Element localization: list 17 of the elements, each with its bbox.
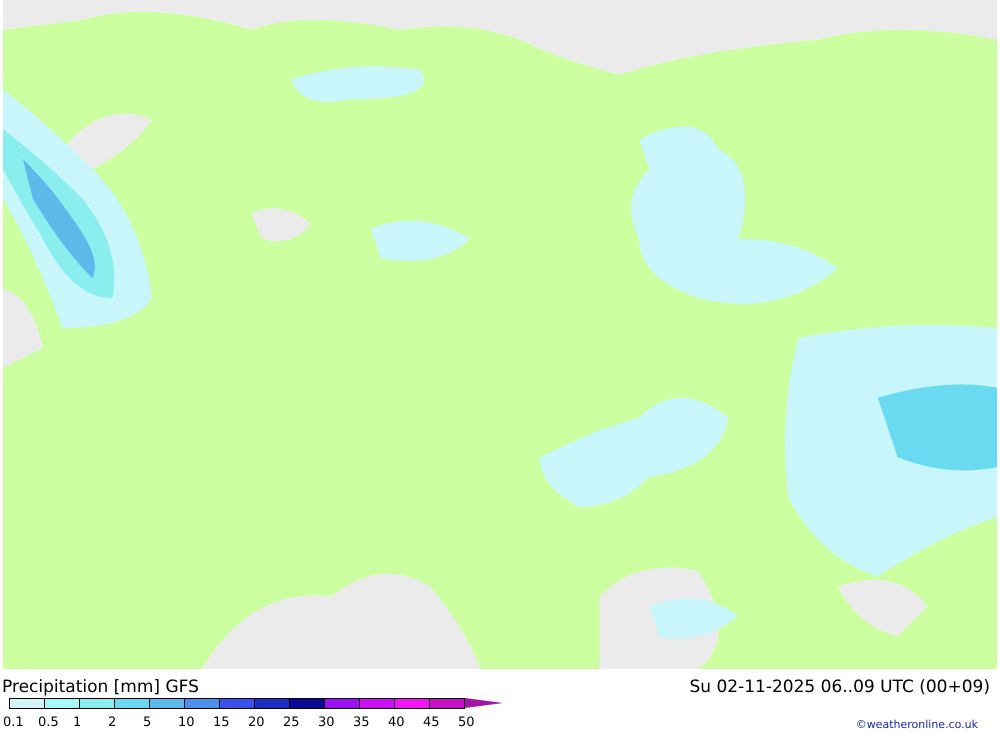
scale-label: 45 [423, 715, 440, 730]
scale-label: 0.5 [38, 715, 59, 730]
legend-title: Precipitation [mm] GFS [2, 677, 199, 697]
scale-label: 0.1 [3, 715, 24, 730]
copyright-text: ©weatheronline.co.uk [856, 718, 978, 731]
scale-label: 20 [248, 715, 265, 730]
scale-label: 1 [73, 715, 82, 730]
scale-label: 2 [108, 715, 116, 730]
valid-time: Su 02-11-2025 06..09 UTC (00+09) [689, 677, 990, 697]
scale-label: 35 [353, 715, 370, 730]
scale-label: 50 [458, 715, 475, 730]
scale-label: 30 [318, 715, 335, 730]
scale-label: 40 [388, 715, 405, 730]
scale-label: 10 [178, 715, 195, 730]
scale-label: 25 [283, 715, 300, 730]
scale-label: 5 [143, 715, 152, 730]
scale-label: 15 [213, 715, 230, 730]
